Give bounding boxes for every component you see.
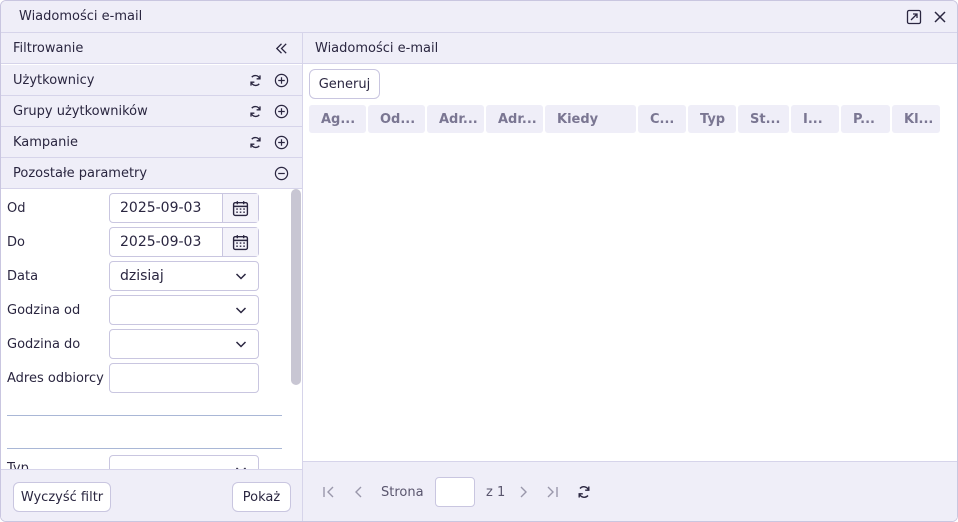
title-bar: Wiadomości e-mail — [1, 1, 957, 33]
from-date-field[interactable] — [109, 193, 259, 223]
section-other-params[interactable]: Pozostałe parametry — [1, 158, 302, 189]
column-header[interactable]: C... — [638, 105, 686, 133]
column-header[interactable]: Kiedy — [545, 105, 636, 133]
messages-panel: Wiadomości e-mail Generuj Ag... Od... Ad… — [303, 33, 957, 521]
window-title: Wiadomości e-mail — [19, 9, 143, 24]
recipient-label: Adres odbiorcy — [7, 370, 104, 386]
to-date-field[interactable] — [109, 227, 259, 257]
column-header[interactable]: Typ — [688, 105, 736, 133]
hour-from-label: Godzina od — [7, 302, 81, 318]
column-header[interactable]: Adr... — [486, 105, 543, 133]
page-number-input[interactable] — [435, 477, 475, 507]
first-page-icon[interactable] — [321, 484, 337, 504]
divider-line — [7, 415, 282, 416]
show-button[interactable]: Pokaż — [232, 482, 291, 512]
page-count-label: z 1 — [486, 485, 506, 500]
add-icon[interactable] — [272, 133, 290, 151]
date-label: Data — [7, 268, 39, 284]
refresh-icon[interactable] — [246, 102, 264, 120]
refresh-icon[interactable] — [246, 71, 264, 89]
section-users-label: Użytkownicy — [13, 72, 95, 88]
pagination-bar: Strona z 1 — [303, 461, 957, 521]
hour-from-select[interactable] — [109, 295, 259, 325]
column-header[interactable]: Ag... — [309, 105, 366, 133]
section-other-params-label: Pozostałe parametry — [13, 165, 148, 181]
column-header[interactable]: Adr... — [427, 105, 484, 133]
chevron-down-icon — [234, 269, 248, 287]
clear-filter-button[interactable]: Wyczyść filtr — [13, 482, 111, 512]
from-label: Od — [7, 200, 26, 216]
type-label: Typ — [7, 460, 29, 470]
section-user-groups[interactable]: Grupy użytkowników — [1, 96, 302, 127]
calendar-icon[interactable] — [222, 194, 258, 222]
calendar-icon[interactable] — [222, 228, 258, 256]
filter-title: Filtrowanie — [13, 40, 84, 56]
collapse-icon[interactable] — [272, 164, 290, 182]
close-icon[interactable] — [931, 8, 949, 26]
generate-button[interactable]: Generuj — [309, 69, 380, 99]
params-scrollbar[interactable] — [291, 189, 301, 385]
hour-to-select[interactable] — [109, 329, 259, 359]
column-header[interactable]: I... — [791, 105, 839, 133]
column-header[interactable]: St... — [738, 105, 789, 133]
refresh-icon[interactable] — [576, 484, 592, 504]
refresh-icon[interactable] — [246, 133, 264, 151]
recipient-input[interactable] — [110, 369, 258, 387]
recipient-input-field[interactable] — [109, 363, 259, 393]
chevron-down-icon — [234, 303, 248, 321]
maximize-icon[interactable] — [905, 8, 923, 26]
next-page-icon[interactable] — [515, 484, 531, 504]
messages-title: Wiadomości e-mail — [315, 40, 439, 56]
hour-to-label: Godzina do — [7, 336, 81, 352]
section-campaigns-label: Kampanie — [13, 134, 78, 150]
messages-header: Wiadomości e-mail — [303, 33, 957, 64]
params-scroll-area: Od Do Data dzi — [1, 189, 302, 469]
last-page-icon[interactable] — [544, 484, 560, 504]
section-user-groups-label: Grupy użytkowników — [13, 103, 148, 119]
chevron-down-icon — [234, 337, 248, 355]
column-header[interactable]: P... — [841, 105, 890, 133]
section-campaigns[interactable]: Kampanie — [1, 127, 302, 158]
page-label: Strona — [381, 485, 424, 500]
divider-line — [7, 448, 282, 449]
column-header[interactable]: Kl... — [892, 105, 940, 133]
date-select-value: dzisiaj — [120, 268, 164, 284]
filter-panel: Filtrowanie Użytkownicy Grupy użytkownik… — [1, 33, 303, 521]
add-icon[interactable] — [272, 71, 290, 89]
filter-header: Filtrowanie — [1, 33, 302, 64]
email-messages-window: Wiadomości e-mail Filtrowanie Użytkownic… — [0, 0, 958, 522]
section-users[interactable]: Użytkownicy — [1, 65, 302, 96]
previous-page-icon[interactable] — [351, 484, 367, 504]
to-label: Do — [7, 234, 25, 250]
type-select[interactable] — [109, 455, 259, 469]
date-select[interactable]: dzisiaj — [109, 261, 259, 291]
collapse-panel-icon[interactable] — [272, 39, 290, 57]
filter-footer: Wyczyść filtr Pokaż — [1, 469, 302, 521]
add-icon[interactable] — [272, 102, 290, 120]
column-header[interactable]: Od... — [368, 105, 425, 133]
